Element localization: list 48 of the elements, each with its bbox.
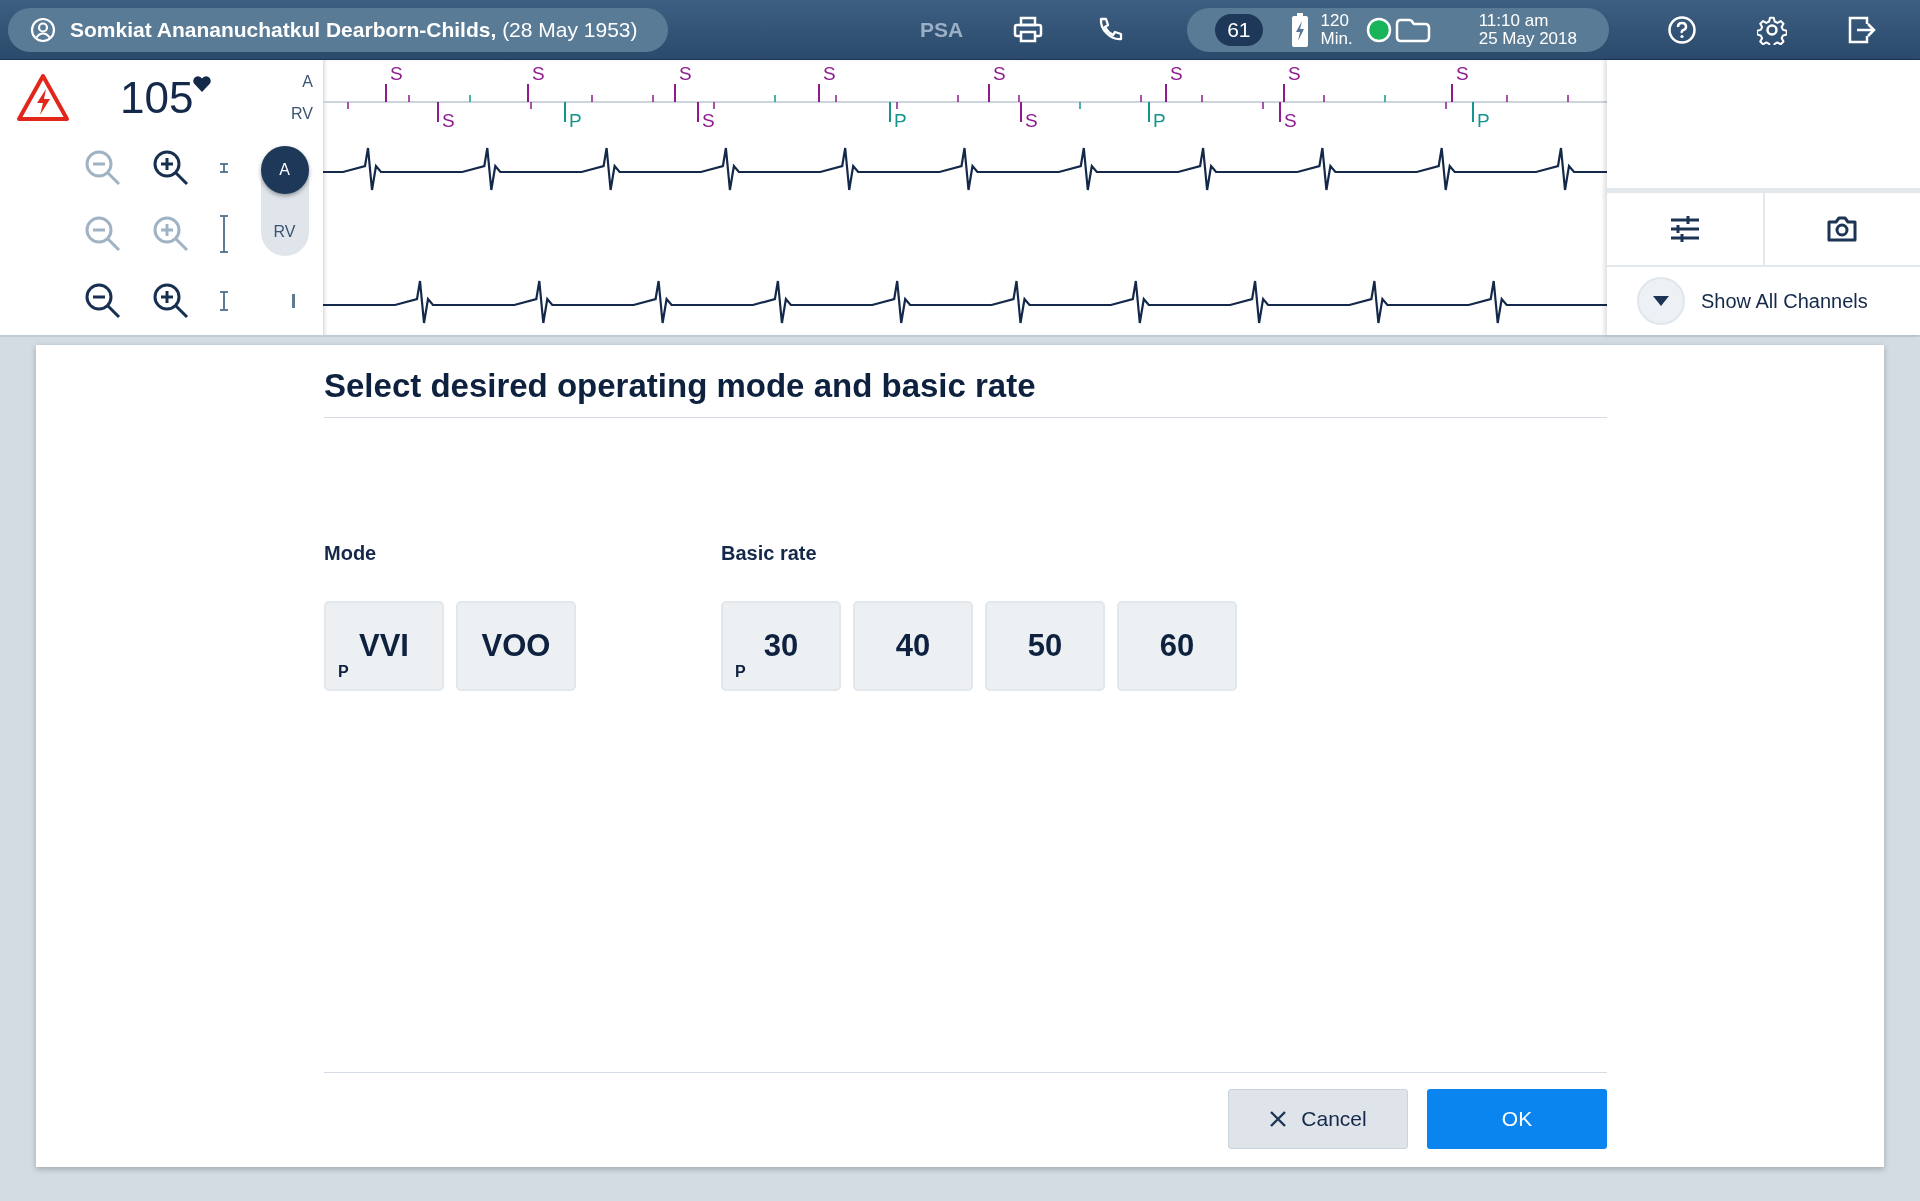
settings-icon[interactable] xyxy=(1757,14,1788,45)
time-text: 11:10 am xyxy=(1478,11,1550,30)
ok-button[interactable]: OK xyxy=(1427,1089,1607,1149)
help-icon[interactable] xyxy=(1667,14,1698,45)
close-icon xyxy=(1269,1110,1288,1128)
channel-label: A xyxy=(302,72,313,91)
zoom-in-icon[interactable] xyxy=(152,282,190,320)
group-label: Mode xyxy=(324,542,378,565)
option-button[interactable]: VVI P xyxy=(324,601,444,691)
heart-rate: 105 xyxy=(120,75,194,120)
expand-button[interactable] xyxy=(1637,277,1685,325)
battery-value: 120 xyxy=(1320,11,1350,30)
option-button[interactable]: 50 xyxy=(985,601,1105,691)
dialog-title: Select desired operating mode and basic rate xyxy=(324,345,1607,418)
cancel-button[interactable]: Cancel xyxy=(1228,1089,1408,1149)
channel-option[interactable]: A xyxy=(260,146,309,194)
programmed-tag: P xyxy=(735,663,746,681)
snapshot-button[interactable] xyxy=(1762,193,1920,265)
zoom-in-icon[interactable] xyxy=(152,149,190,187)
channel-toggle[interactable]: A RV xyxy=(260,146,309,256)
warning-icon xyxy=(16,72,70,123)
option-button[interactable]: 40 xyxy=(853,601,973,691)
channel-label: RV xyxy=(291,104,313,123)
group-label: Basic rate xyxy=(721,542,818,565)
date-text: 25 May 2018 xyxy=(1478,29,1577,48)
user-icon xyxy=(30,16,56,43)
sliders-icon xyxy=(1669,215,1700,243)
printer-icon[interactable] xyxy=(1013,15,1044,44)
show-channels-label[interactable]: Show All Channels xyxy=(1701,289,1868,313)
camera-icon xyxy=(1826,215,1859,243)
caret-icon xyxy=(1653,296,1669,306)
count-badge: 61 xyxy=(1215,13,1263,46)
scale-icon xyxy=(219,163,229,173)
option-button[interactable]: 60 xyxy=(1117,601,1237,691)
scale-icon xyxy=(219,291,229,311)
option-button[interactable]: VOO xyxy=(456,601,576,691)
patient-name: Somkiat Anananuchatkul Dearborn-Childs, (28 May 1953) xyxy=(70,17,638,42)
option-button[interactable]: 30 P xyxy=(721,601,841,691)
patient-pill[interactable]: Somkiat Anananuchatkul Dearborn-Childs, (28 May 1953) xyxy=(8,7,668,52)
heart-icon xyxy=(193,75,212,92)
battery-unit: Min. xyxy=(1320,29,1353,48)
programmed-tag: P xyxy=(338,663,349,681)
scale-tick-icon xyxy=(292,294,295,308)
battery-icon xyxy=(1290,12,1309,47)
zoom-out-icon[interactable] xyxy=(84,282,122,320)
scale-icon xyxy=(219,215,229,253)
channel-option[interactable]: RV xyxy=(260,208,309,256)
exit-icon[interactable] xyxy=(1847,14,1878,45)
